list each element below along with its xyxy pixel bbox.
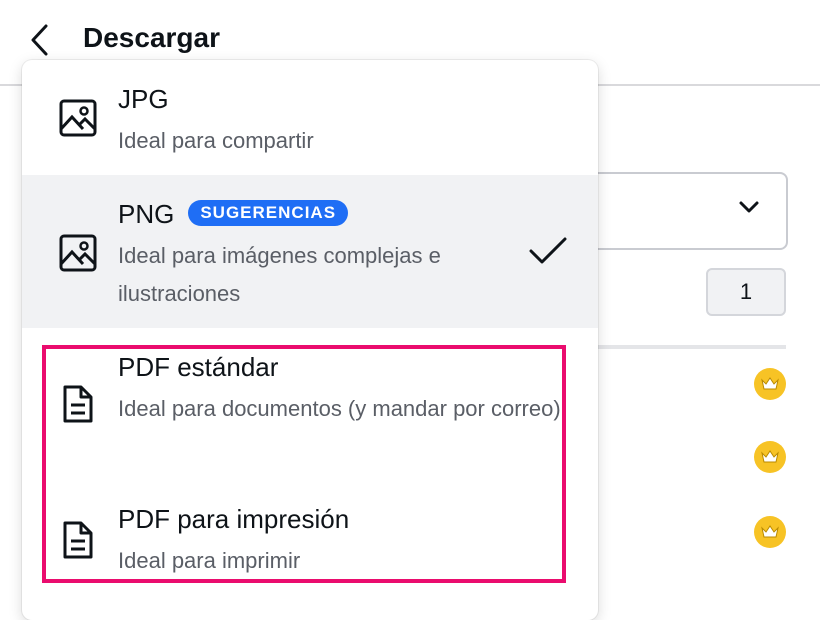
document-icon [58, 384, 98, 424]
crown-icon [754, 368, 786, 400]
document-icon [58, 520, 98, 560]
file-type-dropdown: JPG Ideal para compartir PNG SUGERENCIAS … [22, 60, 598, 620]
page-title: Descargar [83, 22, 220, 53]
back-button[interactable] [24, 20, 54, 60]
format-title-row: PNG SUGERENCIAS [118, 199, 349, 230]
recommended-badge: SUGERENCIAS [188, 200, 349, 227]
checkmark-icon [529, 237, 567, 264]
format-option-pdf-print[interactable]: PDF para impresión Ideal para imprimir [22, 478, 598, 588]
format-option-png[interactable]: PNG SUGERENCIAS Ideal para imágenes compl… [22, 175, 598, 328]
format-title: PNG [118, 199, 175, 229]
chevron-down-icon [739, 201, 759, 213]
crown-icon [754, 441, 786, 473]
crown-icon [754, 516, 786, 548]
format-description: Ideal para imágenes complejas e ilustrac… [118, 243, 441, 306]
image-icon [58, 233, 98, 273]
chevron-left-icon [31, 24, 48, 56]
format-description: Ideal para documentos (y mandar por corr… [118, 396, 561, 421]
format-option-pdf-standard[interactable]: PDF estándar Ideal para documentos (y ma… [22, 328, 598, 478]
format-description: Ideal para compartir [118, 128, 314, 153]
format-description: Ideal para imprimir [118, 548, 301, 573]
quantity-input[interactable]: 1 [706, 268, 786, 316]
format-title: PDF estándar [118, 352, 279, 382]
format-option-jpg[interactable]: JPG Ideal para compartir [22, 60, 598, 175]
format-title: PDF para impresión [118, 504, 350, 534]
format-title: JPG [118, 84, 169, 114]
image-icon [58, 98, 98, 138]
